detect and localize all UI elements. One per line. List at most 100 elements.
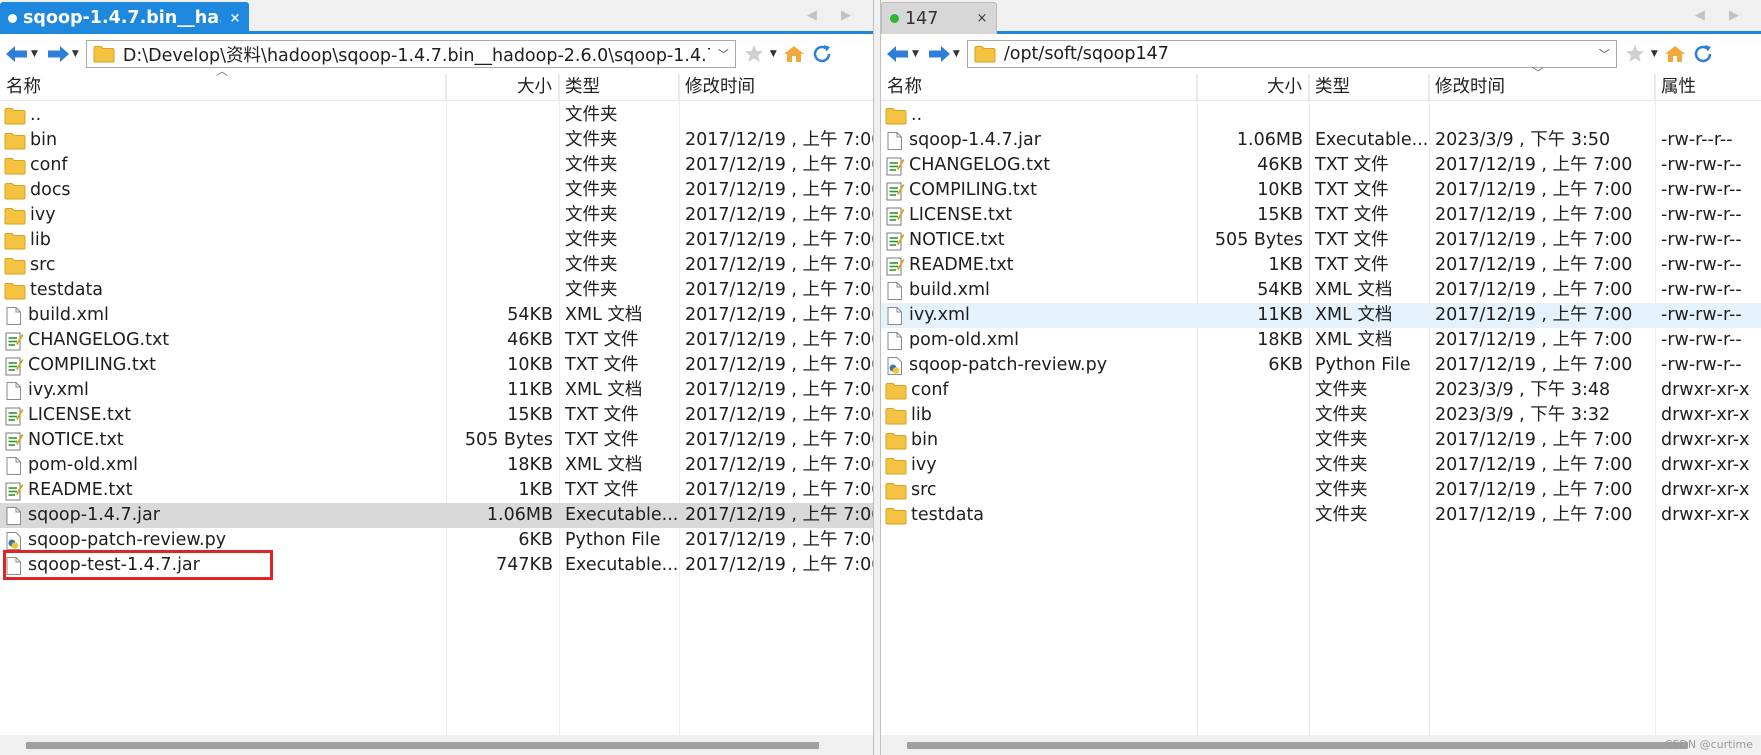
- file-name: build.xml: [28, 305, 109, 325]
- scrollbar-thumb[interactable]: [26, 742, 819, 749]
- file-row[interactable]: NOTICE.txt 505 Bytes TXT 文件 2017/12/19 , 上午…: [881, 228, 1761, 253]
- file-row[interactable]: conf 文件夹 2017/12/19 , 上午 7:00: [0, 153, 873, 178]
- text-file-icon: [885, 181, 905, 201]
- column-attributes[interactable]: 属性: [1655, 74, 1761, 101]
- file-row[interactable]: bin 文件夹 2017/12/19 , 上午 7:00: [0, 128, 873, 153]
- file-type: 文件夹: [1315, 480, 1368, 500]
- file-size: 18KB: [1257, 330, 1303, 350]
- file-row[interactable]: ..: [881, 103, 1761, 128]
- file-row[interactable]: docs 文件夹 2017/12/19 , 上午 7:00: [0, 178, 873, 203]
- home-icon[interactable]: [1664, 44, 1686, 64]
- text-file-icon: [885, 206, 905, 226]
- file-row[interactable]: ivy.xml 11KB XML 文档 2017/12/19 , 上午 7:00 -rw…: [881, 303, 1761, 328]
- pane-splitter[interactable]: [873, 0, 881, 755]
- forward-button[interactable]: ▼: [926, 41, 967, 67]
- column-name[interactable]: 名称: [881, 74, 1197, 101]
- file-row[interactable]: ivy 文件夹 2017/12/19 , 上午 7:00: [0, 203, 873, 228]
- text-file-icon: [4, 431, 24, 451]
- file-name: sqoop-patch-review.py: [909, 355, 1108, 375]
- file-row[interactable]: sqoop-test-1.4.7.jar 747KB Executable... 20…: [0, 553, 873, 578]
- file-row[interactable]: sqoop-1.4.7.jar 1.06MB Executable... 2017/1…: [0, 503, 873, 528]
- column-modified[interactable]: 修改时间: [679, 74, 873, 101]
- file-name: testdata: [911, 505, 985, 525]
- folder-icon: [885, 482, 907, 500]
- file-row[interactable]: sqoop-patch-review.py 6KB Python File 2017/…: [0, 528, 873, 553]
- file-row[interactable]: bin 文件夹 2017/12/19 , 上午 7:00 drwxr-xr-x: [881, 428, 1761, 453]
- file-row[interactable]: LICENSE.txt 15KB TXT 文件 2017/12/19 , 上午 7:0…: [0, 403, 873, 428]
- column-size[interactable]: 大小: [446, 74, 559, 101]
- file-type: 文件夹: [565, 155, 618, 175]
- file-row[interactable]: README.txt 1KB TXT 文件 2017/12/19 , 上午 7:00 -…: [881, 253, 1761, 278]
- back-button[interactable]: ▼: [885, 41, 926, 67]
- file-row[interactable]: README.txt 1KB TXT 文件 2017/12/19 , 上午 7:00: [0, 478, 873, 503]
- file-type: XML 文档: [565, 455, 643, 475]
- file-modified: 2017/12/19 , 上午 7:00: [685, 130, 873, 150]
- file-row[interactable]: LICENSE.txt 15KB TXT 文件 2017/12/19 , 上午 7:0…: [881, 203, 1761, 228]
- file-modified: [1429, 103, 1655, 128]
- refresh-icon[interactable]: [811, 43, 833, 65]
- address-bar[interactable]: /opt/soft/sqoop147 ﹀: [966, 40, 1617, 68]
- horizontal-scrollbar[interactable]: [881, 735, 1761, 755]
- file-row[interactable]: .. 文件夹: [0, 103, 873, 128]
- scrollbar-thumb[interactable]: [907, 742, 1688, 749]
- address-dropdown-icon[interactable]: ﹀: [718, 46, 729, 62]
- tab-scroll-arrows-icon[interactable]: ◀ ▶: [1695, 8, 1749, 23]
- file-row[interactable]: conf 文件夹 2023/3/9 , 下午 3:48 drwxr-xr-x: [881, 378, 1761, 403]
- bookmark-dropdown-icon[interactable]: ▼: [1651, 49, 1658, 59]
- file-size: [446, 178, 559, 203]
- file-row[interactable]: pom-old.xml 18KB XML 文档 2017/12/19 , 上午 7:0…: [881, 328, 1761, 353]
- home-icon[interactable]: [783, 44, 805, 64]
- file-row[interactable]: lib 文件夹 2023/3/9 , 下午 3:32 drwxr-xr-x: [881, 403, 1761, 428]
- refresh-icon[interactable]: [1692, 43, 1714, 65]
- tab-status-dot: [8, 13, 17, 23]
- file-row[interactable]: build.xml 54KB XML 文档 2017/12/19 , 上午 7:00: [0, 303, 873, 328]
- file-row[interactable]: sqoop-patch-review.py 6KB Python File 2017/…: [881, 353, 1761, 378]
- bookmark-star-icon[interactable]: [1625, 44, 1645, 64]
- column-type[interactable]: 类型: [559, 74, 679, 101]
- tab-remote[interactable]: 147 ×: [881, 2, 997, 34]
- text-file-icon: [885, 156, 905, 176]
- file-row[interactable]: NOTICE.txt 505 Bytes TXT 文件 2017/12/19 , 上午…: [0, 428, 873, 453]
- forward-button[interactable]: ▼: [45, 41, 86, 67]
- back-dropdown-icon[interactable]: ▼: [31, 49, 38, 59]
- tab-scroll-arrows-icon[interactable]: ◀ ▶: [807, 8, 861, 23]
- address-dropdown-icon[interactable]: ﹀: [1599, 46, 1610, 62]
- file-row[interactable]: ivy 文件夹 2017/12/19 , 上午 7:00 drwxr-xr-x: [881, 453, 1761, 478]
- file-row[interactable]: src 文件夹 2017/12/19 , 上午 7:00 drwxr-xr-x: [881, 478, 1761, 503]
- column-name-label: 名称: [6, 77, 41, 97]
- file-row[interactable]: CHANGELOG.txt 46KB TXT 文件 2017/12/19 , 上午 7…: [881, 153, 1761, 178]
- bookmark-dropdown-icon[interactable]: ▼: [770, 49, 777, 59]
- tab-close-icon[interactable]: ×: [974, 11, 990, 26]
- file-row[interactable]: COMPILING.txt 10KB TXT 文件 2017/12/19 , 上午 7…: [0, 353, 873, 378]
- address-bar[interactable]: D:\Develop\资料\hadoop\sqoop-1.4.7.bin__ha…: [85, 40, 736, 68]
- back-arrow-icon: [887, 46, 908, 62]
- forward-dropdown-icon[interactable]: ▼: [72, 49, 79, 59]
- tab-label: 147: [905, 8, 939, 29]
- file-name-cell: NOTICE.txt: [881, 228, 1197, 253]
- file-row[interactable]: sqoop-1.4.7.jar 1.06MB Executable... 2023/3…: [881, 128, 1761, 153]
- file-modified: 2017/12/19 , 上午 7:00: [685, 455, 873, 475]
- file-row[interactable]: testdata 文件夹 2017/12/19 , 上午 7:00: [0, 278, 873, 303]
- text-file-icon: [4, 356, 24, 376]
- tab-close-icon[interactable]: ×: [227, 11, 243, 26]
- file-type: 文件夹: [1315, 505, 1368, 525]
- column-type[interactable]: 类型: [1309, 74, 1429, 101]
- back-dropdown-icon[interactable]: ▼: [912, 49, 919, 59]
- file-row[interactable]: COMPILING.txt 10KB TXT 文件 2017/12/19 , 上午 7…: [881, 178, 1761, 203]
- tab-local[interactable]: sqoop-1.4.7.bin__ha... ×: [0, 2, 249, 34]
- file-row[interactable]: build.xml 54KB XML 文档 2017/12/19 , 上午 7:00 -…: [881, 278, 1761, 303]
- file-row[interactable]: lib 文件夹 2017/12/19 , 上午 7:00: [0, 228, 873, 253]
- file-name: ivy: [911, 455, 937, 475]
- column-size[interactable]: 大小: [1197, 74, 1309, 101]
- python-file-icon: [885, 356, 905, 376]
- file-row[interactable]: pom-old.xml 18KB XML 文档 2017/12/19 , 上午 7:0…: [0, 453, 873, 478]
- forward-dropdown-icon[interactable]: ▼: [953, 49, 960, 59]
- horizontal-scrollbar[interactable]: [0, 735, 873, 755]
- file-row[interactable]: CHANGELOG.txt 46KB TXT 文件 2017/12/19 , 上午 7…: [0, 328, 873, 353]
- bookmark-star-icon[interactable]: [744, 44, 764, 64]
- file-row[interactable]: testdata 文件夹 2017/12/19 , 上午 7:00 drwxr-xr-…: [881, 503, 1761, 528]
- file-row[interactable]: src 文件夹 2017/12/19 , 上午 7:00: [0, 253, 873, 278]
- back-button[interactable]: ▼: [4, 41, 45, 67]
- file-name: testdata: [30, 280, 104, 300]
- file-row[interactable]: ivy.xml 11KB XML 文档 2017/12/19 , 上午 7:00: [0, 378, 873, 403]
